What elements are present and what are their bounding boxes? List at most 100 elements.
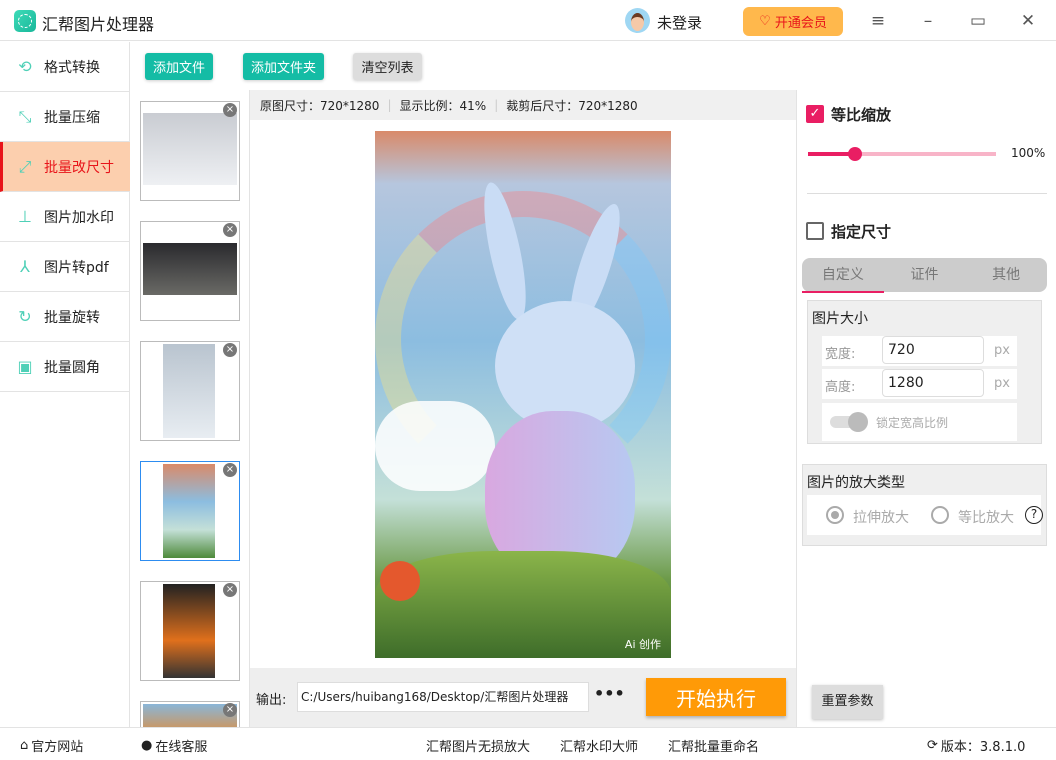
settings-panel: ✓ 等比缩放 100% 指定尺寸 自定义 证件 其他 图片大小 宽度: 720 … xyxy=(796,90,1056,727)
support-label: 在线客服 xyxy=(155,736,207,755)
diamond-icon: ♡ xyxy=(759,14,771,29)
link-rename[interactable]: 汇帮批量重命名 xyxy=(668,736,759,755)
add-folder-button[interactable]: 添加文件夹 xyxy=(243,53,324,80)
thumbnail-list: × × × × × × xyxy=(130,90,250,727)
ai-watermark: Ai 创作 xyxy=(625,636,661,652)
resize-icon: ⤢ xyxy=(16,158,34,176)
tab-other[interactable]: 其他 xyxy=(965,258,1047,292)
add-file-button[interactable]: 添加文件 xyxy=(145,53,213,80)
nav-label: 批量改尺寸 xyxy=(44,157,114,177)
thumbnail-item[interactable]: × xyxy=(140,101,240,201)
nav-label: 批量压缩 xyxy=(44,107,100,127)
width-input[interactable]: 720 xyxy=(882,336,984,364)
app-title: 汇帮图片处理器 xyxy=(42,11,154,35)
sidebar-item-resize[interactable]: ⤢ 批量改尺寸 xyxy=(0,142,130,192)
sidebar-item-format[interactable]: ⟲格式转换 xyxy=(0,42,130,92)
height-unit: px xyxy=(994,376,1010,391)
start-button[interactable]: 开始执行 xyxy=(646,678,786,716)
version-info[interactable]: ⟳版本：3.8.1.0 xyxy=(927,736,1025,755)
size-title: 图片大小 xyxy=(812,308,868,328)
remove-icon[interactable]: × xyxy=(223,103,237,117)
size-tabs: 自定义 证件 其他 xyxy=(802,258,1047,292)
specify-size-label: 指定尺寸 xyxy=(831,221,891,242)
reset-button[interactable]: 重置参数 xyxy=(812,685,883,719)
sidebar-item-pdf[interactable]: ⅄ 图片转pdf xyxy=(0,242,130,292)
display-ratio: 显示比例：41% xyxy=(400,97,487,114)
specify-size-checkbox[interactable] xyxy=(806,222,824,240)
preview-image: Ai 创作 xyxy=(375,131,671,658)
watermark-icon: ⊥ xyxy=(16,208,34,226)
version-label: 版本：3.8.1.0 xyxy=(941,736,1025,755)
thumbnail-item[interactable]: × xyxy=(140,221,240,321)
login-link[interactable]: 未登录 xyxy=(657,12,702,33)
stretch-radio[interactable] xyxy=(826,506,844,524)
original-size: 原图尺寸：720*1280 xyxy=(260,97,379,114)
scale-slider[interactable] xyxy=(808,152,996,156)
image-info-bar: 原图尺寸：720*1280| 显示比例：41%| 裁剪后尺寸：720*1280 xyxy=(250,90,796,120)
support-link[interactable]: ●在线客服 xyxy=(141,736,207,755)
vip-button[interactable]: ♡开通会员 xyxy=(743,7,843,36)
thumbnail-item[interactable]: × xyxy=(140,341,240,441)
compress-icon: ⤡ xyxy=(16,108,34,126)
rotate-icon: ↻ xyxy=(16,308,34,326)
website-label: 官方网站 xyxy=(31,736,83,755)
user-icon: ● xyxy=(141,738,152,753)
lock-ratio-label: 锁定宽高比例 xyxy=(876,414,948,431)
title-bar: 汇帮图片处理器 未登录 ♡开通会员 ≡ – ▭ ✕ xyxy=(0,0,1056,41)
equal-label: 等比放大 xyxy=(958,507,1014,527)
remove-icon[interactable]: × xyxy=(223,463,237,477)
link-watermark[interactable]: 汇帮水印大师 xyxy=(560,736,638,755)
slider-thumb[interactable] xyxy=(848,147,862,161)
pdf-icon: ⅄ xyxy=(16,258,34,276)
width-label: 宽度: xyxy=(825,343,855,362)
website-link[interactable]: ⌂官方网站 xyxy=(20,736,83,755)
height-label: 高度: xyxy=(825,376,855,395)
thumbnail-item-selected[interactable]: × xyxy=(140,461,240,561)
lock-ratio-toggle[interactable] xyxy=(830,416,866,428)
browse-more-button[interactable]: ••• xyxy=(594,684,625,703)
scale-value: 100% xyxy=(1011,146,1045,160)
thumbnail-item[interactable]: × xyxy=(140,581,240,681)
enlarge-title: 图片的放大类型 xyxy=(807,472,905,492)
sidebar: ⟲格式转换 ⤡批量压缩 ⤢批量改尺寸 ⊥图片加水印 ⅄图片转pdf ↻批量旋转 … xyxy=(0,42,130,727)
help-icon[interactable]: ? xyxy=(1025,506,1043,524)
nav-label: 图片加水印 xyxy=(44,207,114,227)
width-unit: px xyxy=(994,343,1010,358)
sidebar-item-round[interactable]: ▣批量圆角 xyxy=(0,342,130,392)
thumbnail-item[interactable]: × xyxy=(140,701,240,727)
home-icon: ⌂ xyxy=(20,738,28,753)
nav-label: 批量旋转 xyxy=(44,307,100,327)
height-input[interactable]: 1280 xyxy=(882,369,984,397)
sidebar-item-rotate[interactable]: ↻ 批量旋转 xyxy=(0,292,130,342)
remove-icon[interactable]: × xyxy=(223,583,237,597)
sidebar-item-compress[interactable]: ⤡ 批量压缩 xyxy=(0,92,130,142)
nav-label: 格式转换 xyxy=(44,57,100,77)
tab-id[interactable]: 证件 xyxy=(884,258,966,292)
enlarge-type-group: 图片的放大类型 拉伸放大 等比放大 ? xyxy=(802,464,1047,546)
menu-icon[interactable]: ≡ xyxy=(867,10,889,32)
refresh-icon: ⟳ xyxy=(927,738,938,753)
footer: ⌂官方网站 ●在线客服 汇帮图片无损放大 汇帮水印大师 汇帮批量重命名 ⟳版本：… xyxy=(0,727,1056,760)
clear-list-button[interactable]: 清空列表 xyxy=(353,53,422,80)
tab-custom[interactable]: 自定义 xyxy=(802,258,884,292)
nav-label: 图片转pdf xyxy=(44,257,109,277)
maximize-icon[interactable]: ▭ xyxy=(967,10,989,32)
output-bar: 输出: C:/Users/huibang168/Desktop/汇帮图片处理器 … xyxy=(250,668,796,727)
stretch-label: 拉伸放大 xyxy=(853,507,909,527)
remove-icon[interactable]: × xyxy=(223,343,237,357)
output-label: 输出: xyxy=(256,689,286,708)
remove-icon[interactable]: × xyxy=(223,703,237,717)
app-logo-icon xyxy=(14,10,36,32)
sidebar-item-watermark[interactable]: ⊥ 图片加水印 xyxy=(0,192,130,242)
close-icon[interactable]: ✕ xyxy=(1017,10,1039,32)
equal-radio[interactable] xyxy=(931,506,949,524)
output-path-input[interactable]: C:/Users/huibang168/Desktop/汇帮图片处理器 xyxy=(297,682,589,712)
minimize-icon[interactable]: – xyxy=(917,10,939,32)
avatar[interactable] xyxy=(625,8,650,33)
round-corner-icon: ▣ xyxy=(16,358,34,376)
image-size-group: 图片大小 宽度: 720 px 高度: 1280 px 锁定宽高比例 xyxy=(807,300,1042,444)
cropped-size: 裁剪后尺寸：720*1280 xyxy=(506,97,637,114)
remove-icon[interactable]: × xyxy=(223,223,237,237)
proportional-checkbox[interactable]: ✓ xyxy=(806,105,824,123)
link-upscale[interactable]: 汇帮图片无损放大 xyxy=(426,736,530,755)
